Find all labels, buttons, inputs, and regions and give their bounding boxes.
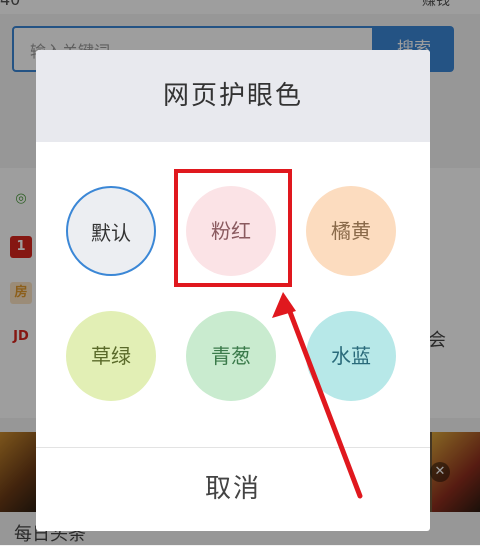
- annotation-arrow-shaft: [284, 301, 363, 499]
- annotation-arrow: [272, 292, 363, 499]
